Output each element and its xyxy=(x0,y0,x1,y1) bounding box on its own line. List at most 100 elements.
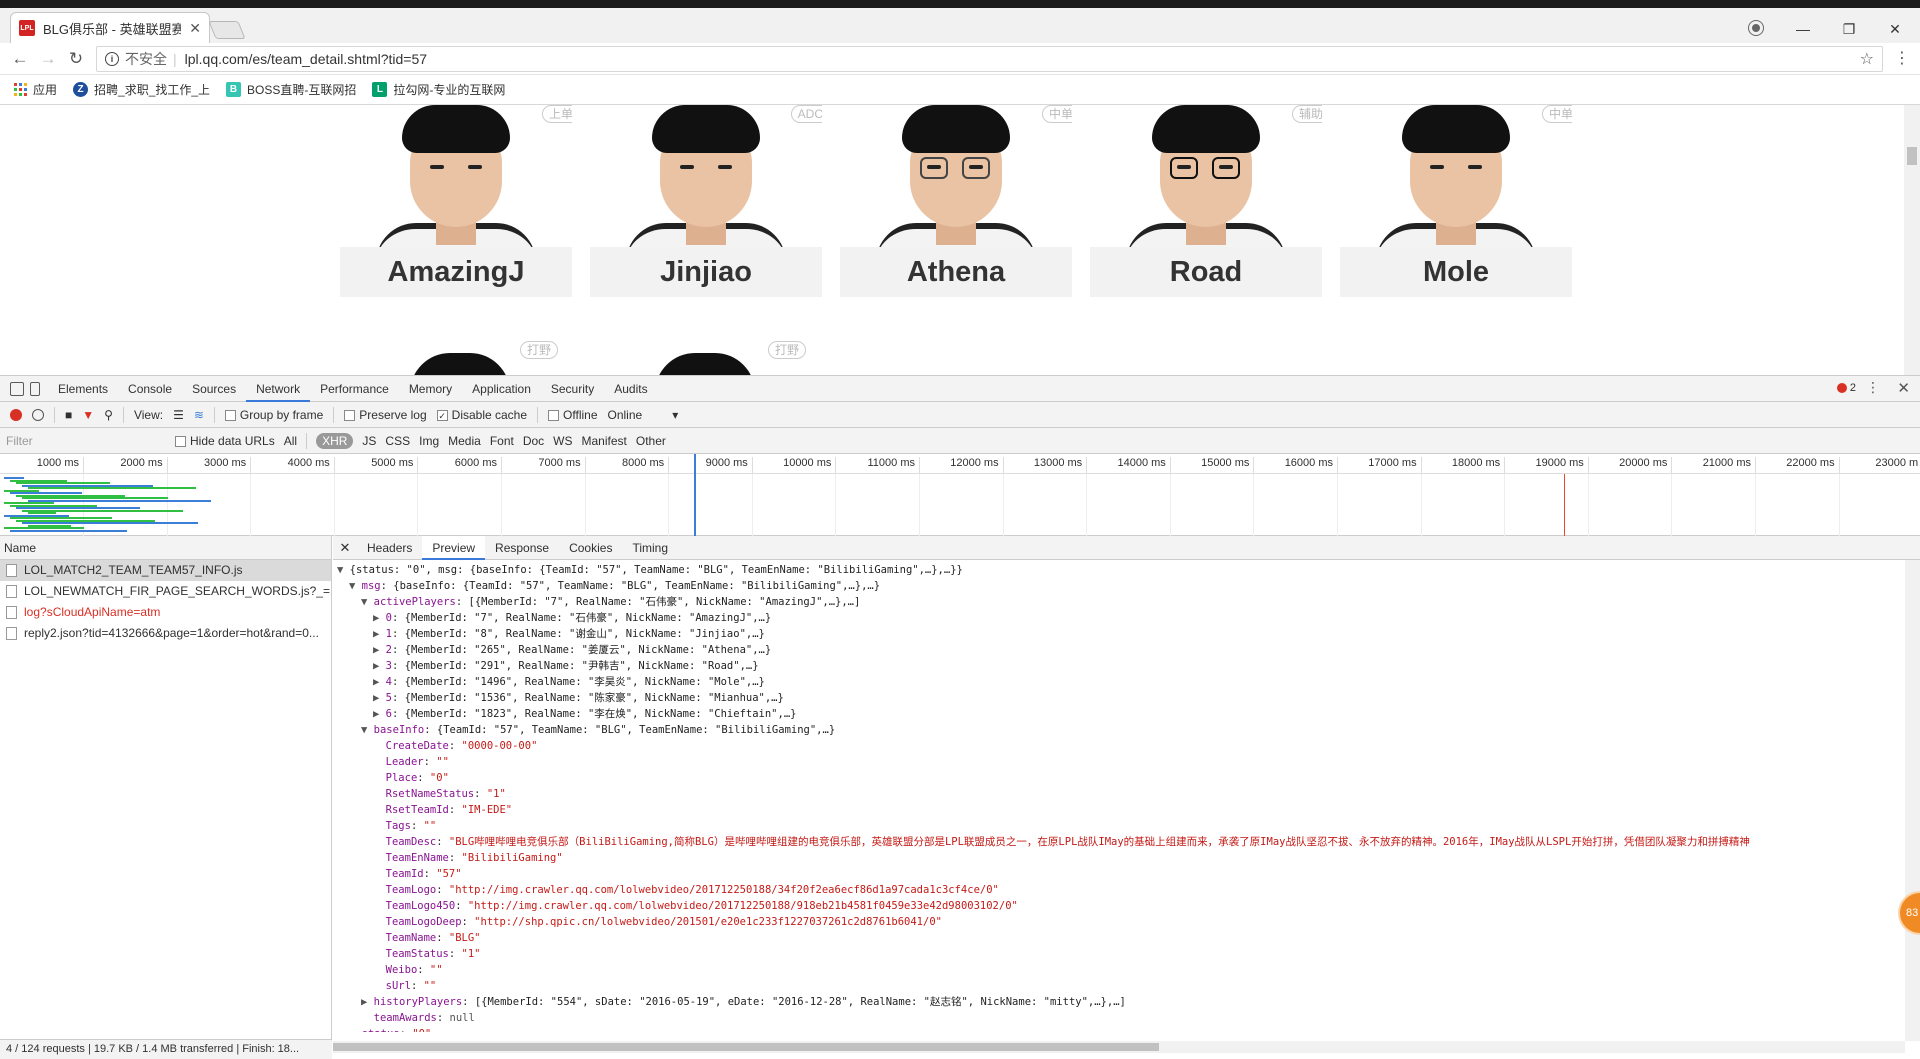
filter-type-other[interactable]: Other xyxy=(636,434,666,448)
tab-console[interactable]: Console xyxy=(118,376,182,402)
tab-application[interactable]: Application xyxy=(462,376,541,402)
address-bar[interactable]: i 不安全 | lpl.qq.com/es/team_detail.shtml?… xyxy=(96,46,1883,72)
json-line[interactable]: TeamLogo450: "http://img.crawler.qq.com/… xyxy=(333,898,1905,914)
forward-arrow-icon[interactable]: → xyxy=(36,48,60,70)
request-row[interactable]: LOL_NEWMATCH_FIR_PAGE_SEARCH_WORDS.js?_=… xyxy=(0,581,331,602)
detail-close-icon[interactable]: ✕ xyxy=(333,540,357,556)
player-card[interactable]: 中单 Athena xyxy=(840,105,1072,297)
tab-sources[interactable]: Sources xyxy=(182,376,246,402)
filter-type-media[interactable]: Media xyxy=(448,434,481,448)
record-icon[interactable] xyxy=(10,408,22,421)
restore-icon[interactable]: ❐ xyxy=(1826,16,1872,42)
profile-icon[interactable] xyxy=(1746,18,1766,38)
tab-elements[interactable]: Elements xyxy=(48,376,118,402)
player-card[interactable]: 辅助 Road xyxy=(1090,105,1322,297)
preserve-log-checkbox[interactable]: Preserve log xyxy=(344,408,427,422)
url-text[interactable]: lpl.qq.com/es/team_detail.shtml?tid=57 xyxy=(185,51,427,67)
json-line[interactable]: ▼ activePlayers: [{MemberId: "7", RealNa… xyxy=(333,594,1905,610)
json-line[interactable]: Tags: "" xyxy=(333,818,1905,834)
tab-network[interactable]: Network xyxy=(246,376,311,402)
large-rows-icon[interactable]: ☰ xyxy=(173,408,184,422)
json-line[interactable]: TeamStatus: "1" xyxy=(333,946,1905,962)
tab-audits[interactable]: Audits xyxy=(604,376,657,402)
json-line[interactable]: status: "0" xyxy=(333,1026,1905,1032)
filter-type-all[interactable]: All xyxy=(284,434,297,448)
bookmark-star-icon[interactable]: ☆ xyxy=(1860,49,1874,69)
bookmark-lagou[interactable]: L 拉勾网-专业的互联网 xyxy=(372,81,505,98)
network-overview[interactable] xyxy=(0,474,1920,536)
preview-horizontal-scrollbar[interactable] xyxy=(333,1041,1905,1053)
throttle-select[interactable]: Online ▾ xyxy=(608,408,679,422)
tab-cookies[interactable]: Cookies xyxy=(559,536,622,560)
json-line[interactable]: sUrl: "" xyxy=(333,978,1905,994)
preview-vertical-scrollbar[interactable] xyxy=(1905,560,1920,1041)
json-line[interactable]: TeamName: "BLG" xyxy=(333,930,1905,946)
back-arrow-icon[interactable]: ← xyxy=(8,48,32,70)
json-line[interactable]: TeamLogoDeep: "http://shp.qpic.cn/lolweb… xyxy=(333,914,1905,930)
json-line[interactable]: ▶ 3: {MemberId: "291", RealName: "尹韩吉", … xyxy=(333,658,1905,674)
clear-icon[interactable] xyxy=(32,408,44,421)
filter-type-css[interactable]: CSS xyxy=(385,434,410,448)
search-icon[interactable]: ⚲ xyxy=(104,408,113,422)
bookmark-boss[interactable]: B BOSS直聘-互联网招 xyxy=(226,81,356,98)
device-toolbar-icon[interactable] xyxy=(30,381,40,396)
json-line[interactable]: ▶ 0: {MemberId: "7", RealName: "石伟豪", Ni… xyxy=(333,610,1905,626)
filter-type-manifest[interactable]: Manifest xyxy=(582,434,627,448)
devtools-close-icon[interactable]: ✕ xyxy=(1897,379,1910,397)
json-line[interactable]: ▶ 4: {MemberId: "1496", RealName: "李昊炎",… xyxy=(333,674,1905,690)
json-line[interactable]: Leader: "" xyxy=(333,754,1905,770)
json-line[interactable]: ▶ 6: {MemberId: "1823", RealName: "李在焕",… xyxy=(333,706,1905,722)
json-preview[interactable]: ▼ {status: "0", msg: {baseInfo: {TeamId:… xyxy=(333,562,1905,1032)
json-line[interactable]: Weibo: "" xyxy=(333,962,1905,978)
request-row[interactable]: LOL_MATCH2_TEAM_TEAM57_INFO.js xyxy=(0,560,331,581)
filter-type-img[interactable]: Img xyxy=(419,434,439,448)
json-line[interactable]: ▼ {status: "0", msg: {baseInfo: {TeamId:… xyxy=(333,562,1905,578)
tab-performance[interactable]: Performance xyxy=(310,376,399,402)
filter-type-js[interactable]: JS xyxy=(362,434,376,448)
json-line[interactable]: Place: "0" xyxy=(333,770,1905,786)
tab-response[interactable]: Response xyxy=(485,536,559,560)
filter-type-font[interactable]: Font xyxy=(490,434,514,448)
filter-funnel-icon[interactable]: ▼ xyxy=(82,408,94,422)
json-line[interactable]: ▼ msg: {baseInfo: {TeamId: "57", TeamNam… xyxy=(333,578,1905,594)
browser-menu-icon[interactable]: ⋮ xyxy=(1894,48,1910,68)
player-card[interactable]: 上单 AmazingJ xyxy=(340,105,572,297)
json-line[interactable]: ▶ 1: {MemberId: "8", RealName: "谢金山", Ni… xyxy=(333,626,1905,642)
json-line[interactable]: ▶ 5: {MemberId: "1536", RealName: "陈家豪",… xyxy=(333,690,1905,706)
filter-type-doc[interactable]: Doc xyxy=(523,434,544,448)
player-card[interactable]: 中单 Mole xyxy=(1340,105,1572,297)
window-close-icon[interactable]: ✕ xyxy=(1872,16,1918,42)
tab-preview[interactable]: Preview xyxy=(422,535,486,560)
bookmark-zhaopin[interactable]: Z 招聘_求职_找工作_上 xyxy=(73,81,210,98)
name-column-header[interactable]: Name xyxy=(0,536,331,560)
devtools-menu-icon[interactable]: ⋮ xyxy=(1866,379,1880,396)
offline-checkbox[interactable]: Offline xyxy=(548,408,598,422)
request-row[interactable]: log?sCloudApiName=atm xyxy=(0,602,331,623)
player-card[interactable]: ADC Jinjiao xyxy=(590,105,822,297)
filter-type-xhr[interactable]: XHR xyxy=(316,432,354,449)
minimize-icon[interactable]: — xyxy=(1780,16,1826,42)
info-icon[interactable]: i xyxy=(105,52,119,66)
json-line[interactable]: RsetNameStatus: "1" xyxy=(333,786,1905,802)
tab-security[interactable]: Security xyxy=(541,376,604,402)
json-line[interactable]: TeamEnName: "BilibiliGaming" xyxy=(333,850,1905,866)
group-by-frame-checkbox[interactable]: Group by frame xyxy=(224,408,323,422)
json-line[interactable]: ▶ historyPlayers: [{MemberId: "554", sDa… xyxy=(333,994,1905,1010)
error-counter[interactable]: 2 xyxy=(1836,382,1856,394)
tab-memory[interactable]: Memory xyxy=(399,376,462,402)
inspect-element-icon[interactable] xyxy=(10,381,24,396)
json-line[interactable]: TeamId: "57" xyxy=(333,866,1905,882)
hide-data-urls-checkbox[interactable]: Hide data URLs xyxy=(175,434,275,448)
json-line[interactable]: CreateDate: "0000-00-00" xyxy=(333,738,1905,754)
camera-icon[interactable]: ■ xyxy=(65,408,72,422)
filter-type-ws[interactable]: WS xyxy=(553,434,572,448)
reload-icon[interactable]: ↻ xyxy=(64,48,88,70)
new-tab-button[interactable] xyxy=(208,21,246,39)
request-row[interactable]: reply2.json?tid=4132666&page=1&order=hot… xyxy=(0,623,331,644)
json-line[interactable]: RsetTeamId: "IM-EDE" xyxy=(333,802,1905,818)
filter-input[interactable]: Filter xyxy=(6,434,166,448)
json-line[interactable]: ▶ 2: {MemberId: "265", RealName: "姜厦云", … xyxy=(333,642,1905,658)
json-line[interactable]: TeamLogo: "http://img.crawler.qq.com/lol… xyxy=(333,882,1905,898)
tab-headers[interactable]: Headers xyxy=(357,536,422,560)
json-line[interactable]: teamAwards: null xyxy=(333,1010,1905,1026)
